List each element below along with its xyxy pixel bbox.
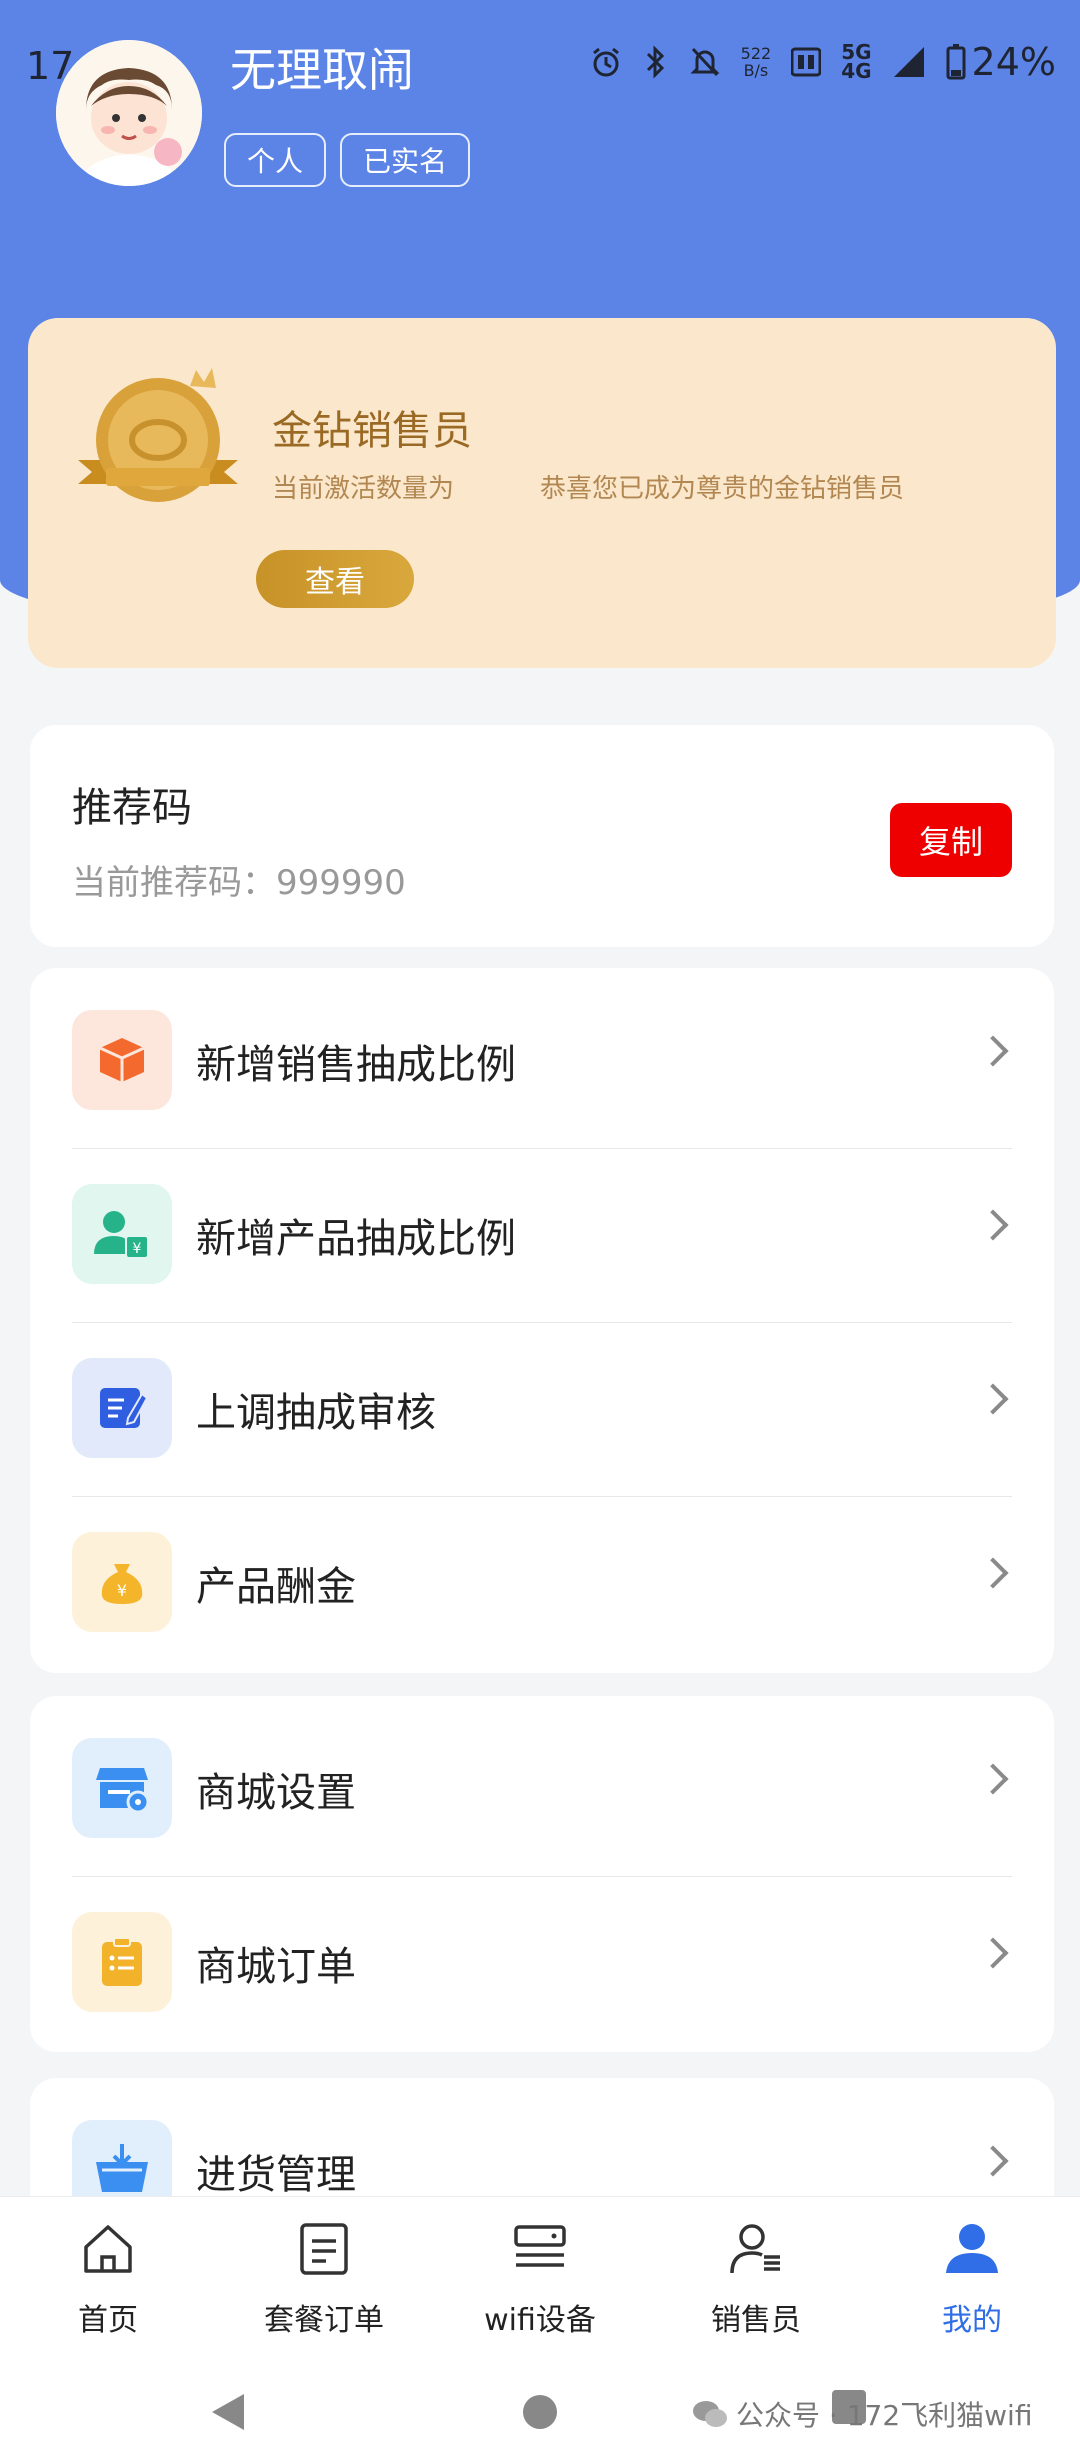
svg-text:¥: ¥	[133, 1241, 142, 1257]
gold-medal-icon	[78, 368, 238, 502]
tab-label: 销售员	[711, 2303, 801, 2338]
chevron-right-icon	[977, 1557, 1009, 1589]
menu-item-label: 上调抽成审核	[196, 1390, 436, 1436]
alarm-icon	[592, 47, 619, 77]
level-desc-prefix: 当前激活数量为	[272, 474, 455, 504]
salesperson-icon	[730, 2224, 780, 2274]
watermark: 公众号 · 172飞利猫wifi	[692, 2394, 1032, 2434]
commission-menu-card: 新增销售抽成比例 ¥ 新增产品抽成比例 上调抽成审核 ¥ 产品酬金	[30, 968, 1054, 1673]
menu-item-label: 产品酬金	[196, 1564, 356, 1610]
store-settings-icon	[72, 1738, 172, 1838]
chevron-right-icon	[977, 1937, 1009, 1969]
battery: 24%	[946, 40, 1056, 84]
tab-me[interactable]: 我的	[864, 2197, 1080, 2367]
mute-bell-icon	[690, 47, 720, 77]
menu-item-label: 新增销售抽成比例	[196, 1042, 516, 1088]
tab-home[interactable]: 首页	[0, 2197, 216, 2367]
copy-button[interactable]: 复制	[890, 803, 1012, 877]
signal-strength-icon	[893, 47, 924, 77]
signal-hd-icon	[791, 47, 822, 77]
chevron-right-icon	[977, 1209, 1009, 1241]
wechat-icon	[693, 2401, 727, 2427]
view-button[interactable]: 查看	[256, 550, 414, 608]
me-icon	[946, 2224, 998, 2273]
money-bag-icon: ¥	[72, 1532, 172, 1632]
tab-package-orders[interactable]: 套餐订单	[216, 2197, 432, 2367]
level-card: 金钻销售员 当前激活数量为 恭喜您已成为尊贵的金钻销售员 查看	[28, 318, 1056, 668]
bottom-tab-bar: 首页 套餐订单 wifi设备 销售员 我的	[0, 2196, 1080, 2367]
back-nav-icon[interactable]	[208, 2390, 248, 2434]
battery-percent: 24%	[971, 40, 1056, 84]
avatar-cartoon-image	[56, 40, 202, 186]
menu-item-label: 进货管理	[196, 2152, 356, 2198]
menu-item-commission-review[interactable]: 上调抽成审核	[30, 1316, 1054, 1488]
bluetooth-icon	[646, 45, 664, 79]
tab-label: 首页	[78, 2303, 138, 2338]
chevron-right-icon	[977, 1383, 1009, 1415]
referral-title: 推荐码	[72, 785, 192, 831]
menu-item-mall-settings[interactable]: 商城设置	[30, 1696, 1054, 1868]
tab-label: wifi设备	[484, 2303, 596, 2338]
referral-card: 推荐码 当前推荐码：999990 复制	[30, 725, 1054, 947]
tab-salesperson[interactable]: 销售员	[648, 2197, 864, 2367]
avatar[interactable]	[56, 40, 202, 186]
chevron-right-icon	[977, 1035, 1009, 1067]
chevron-right-icon	[977, 2145, 1009, 2177]
box-icon	[72, 1010, 172, 1110]
home-nav-icon[interactable]	[520, 2392, 560, 2432]
tag-verified: 已实名	[340, 133, 470, 187]
username: 无理取闹	[230, 43, 414, 97]
tab-label: 我的	[942, 2303, 1002, 2338]
menu-item-label: 商城设置	[196, 1770, 356, 1816]
router-icon	[514, 2225, 566, 2267]
menu-item-label: 商城订单	[196, 1944, 356, 1990]
battery-icon	[946, 44, 966, 80]
menu-item-mall-orders[interactable]: 商城订单	[30, 1870, 1054, 2042]
level-title: 金钻销售员	[272, 408, 472, 454]
chevron-right-icon	[977, 1763, 1009, 1795]
tab-label: 套餐订单	[264, 2303, 384, 2338]
menu-item-product-reward[interactable]: ¥ 产品酬金	[30, 1490, 1054, 1662]
status-icons: 522 B/s 5G 4G 24%	[589, 40, 1056, 84]
menu-item-sales-commission[interactable]: 新增销售抽成比例	[30, 968, 1054, 1140]
network-type: 5G 4G	[841, 40, 872, 83]
user-yuan-icon: ¥	[72, 1184, 172, 1284]
svg-text:¥: ¥	[117, 1581, 127, 1600]
menu-item-product-commission[interactable]: ¥ 新增产品抽成比例	[30, 1142, 1054, 1314]
net-speed: 522 B/s	[740, 44, 772, 80]
home-icon	[84, 2225, 132, 2273]
edit-document-icon	[72, 1358, 172, 1458]
clipboard-icon	[72, 1912, 172, 2012]
referral-code: 当前推荐码：999990	[72, 863, 406, 903]
tab-wifi-devices[interactable]: wifi设备	[432, 2197, 648, 2367]
order-list-icon	[300, 2223, 348, 2275]
menu-item-label: 新增产品抽成比例	[196, 1216, 516, 1262]
tag-personal: 个人	[224, 133, 326, 187]
mall-menu-card: 商城设置 商城订单	[30, 1696, 1054, 2052]
level-desc-suffix: 恭喜您已成为尊贵的金钻销售员	[540, 474, 905, 504]
